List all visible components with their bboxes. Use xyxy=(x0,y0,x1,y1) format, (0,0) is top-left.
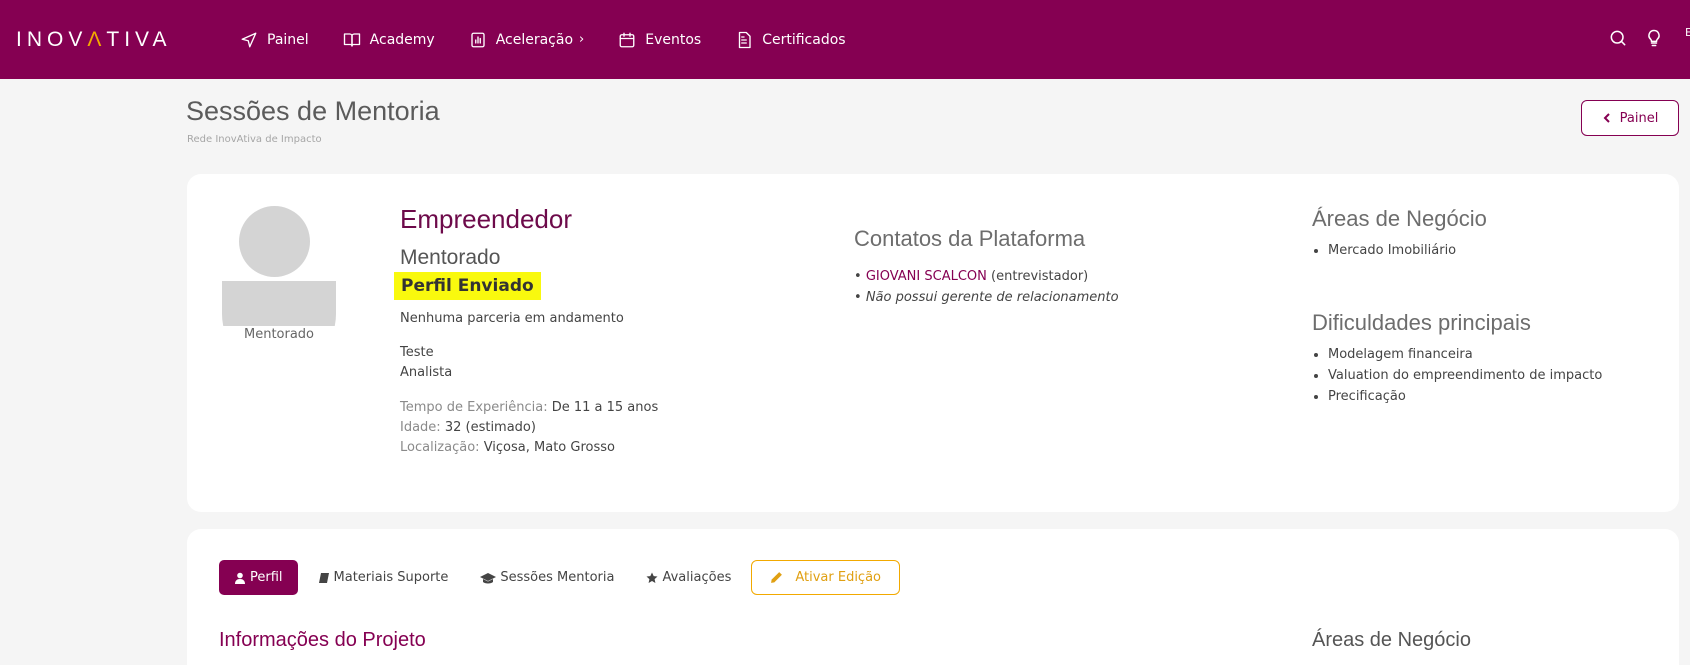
difficulties-list: Modelagem financeira Valuation do empree… xyxy=(1312,344,1602,407)
avatar xyxy=(222,206,336,326)
partnership-status: Nenhuma parceria em andamento xyxy=(400,311,624,326)
document-icon xyxy=(739,31,751,48)
activate-edit-button[interactable]: Ativar Edição xyxy=(751,560,900,595)
mentee-position: Analista xyxy=(400,365,453,380)
pencil-icon xyxy=(771,572,783,583)
role-title: Empreendedor xyxy=(400,204,572,234)
nav-item-aceleracao[interactable]: Aceleração › xyxy=(469,25,585,55)
tab-perfil[interactable]: Perfil xyxy=(219,560,298,595)
top-navbar: INOVΛTIVA Painel Academy Aceleração › Ev… xyxy=(0,0,1690,79)
project-info-title: Informações do Projeto xyxy=(219,629,426,651)
avatar-label: Mentorado xyxy=(243,327,315,342)
nav-item-certificados[interactable]: Certificados xyxy=(735,25,846,55)
mentee-name: Teste xyxy=(400,345,434,360)
no-manager-note: • Não possui gerente de relacionamento xyxy=(854,290,1119,305)
inovativa-logo[interactable]: INOVΛTIVA xyxy=(16,26,172,54)
book-icon xyxy=(343,32,360,47)
chart-document-icon xyxy=(471,32,485,47)
main-nav: Painel Academy Aceleração › Eventos Cert… xyxy=(240,0,880,79)
user-icon xyxy=(235,572,245,584)
difficulties-title: Dificuldades principais xyxy=(1312,310,1531,335)
profile-card: Mentorado Empreendedor Mentorado Perfil … xyxy=(187,174,1679,512)
list-item: Modelagem financeira xyxy=(1328,344,1602,365)
calendar-icon xyxy=(619,32,635,47)
nav-item-academy[interactable]: Academy xyxy=(343,25,435,55)
star-icon xyxy=(646,572,658,583)
page-title: Sessões de Mentoria xyxy=(186,96,440,126)
status-badge: Perfil Enviado xyxy=(394,272,541,300)
chevron-left-icon xyxy=(1603,113,1610,123)
age-row: Idade: 32 (estimado) xyxy=(400,420,536,435)
interviewer-contact: • GIOVANI SCALCON (entrevistador) xyxy=(854,269,1089,284)
graduation-cap-icon xyxy=(480,572,497,583)
list-item: Valuation do empreendimento de impacto xyxy=(1328,365,1602,386)
top-icons xyxy=(1592,28,1664,48)
tab-sessoes-mentoria[interactable]: Sessões Mentoria xyxy=(468,560,626,595)
business-areas-title: Áreas de Negócio xyxy=(1312,206,1487,231)
navigation-arrow-icon xyxy=(241,32,257,47)
interviewer-link[interactable]: GIOVANI SCALCON xyxy=(866,269,987,284)
contacts-title: Contatos da Plataforma xyxy=(854,226,1086,251)
back-to-painel-button[interactable]: Painel xyxy=(1581,100,1679,136)
nav-item-eventos[interactable]: Eventos xyxy=(618,25,701,55)
business-areas-list: Mercado Imobiliário xyxy=(1312,240,1456,261)
business-areas-section-title: Áreas de Negócio xyxy=(1312,629,1471,651)
user-menu-truncated[interactable]: E xyxy=(1685,26,1690,39)
search-icon[interactable] xyxy=(1608,28,1628,48)
nav-item-painel[interactable]: Painel xyxy=(240,25,309,55)
tab-avaliacoes[interactable]: Avaliações xyxy=(634,560,743,595)
chevron-right-icon: › xyxy=(579,32,585,47)
list-item: Precificação xyxy=(1328,386,1602,407)
tab-materiais-suporte[interactable]: Materiais Suporte xyxy=(306,560,461,595)
location-row: Localização: Viçosa, Mato Grosso xyxy=(400,440,615,455)
role-subtitle: Mentorado xyxy=(400,246,501,269)
details-card: Perfil Materiais Suporte Sessões Mentori… xyxy=(187,529,1679,665)
page-subtitle: Rede InovAtiva de Impacto xyxy=(187,134,322,145)
book-icon xyxy=(318,572,329,583)
lightbulb-icon[interactable] xyxy=(1644,28,1664,48)
profile-tabs: Perfil Materiais Suporte Sessões Mentori… xyxy=(219,560,900,595)
experience-row: Tempo de Experiência: De 11 a 15 anos xyxy=(400,400,659,415)
list-item: Mercado Imobiliário xyxy=(1328,240,1456,261)
